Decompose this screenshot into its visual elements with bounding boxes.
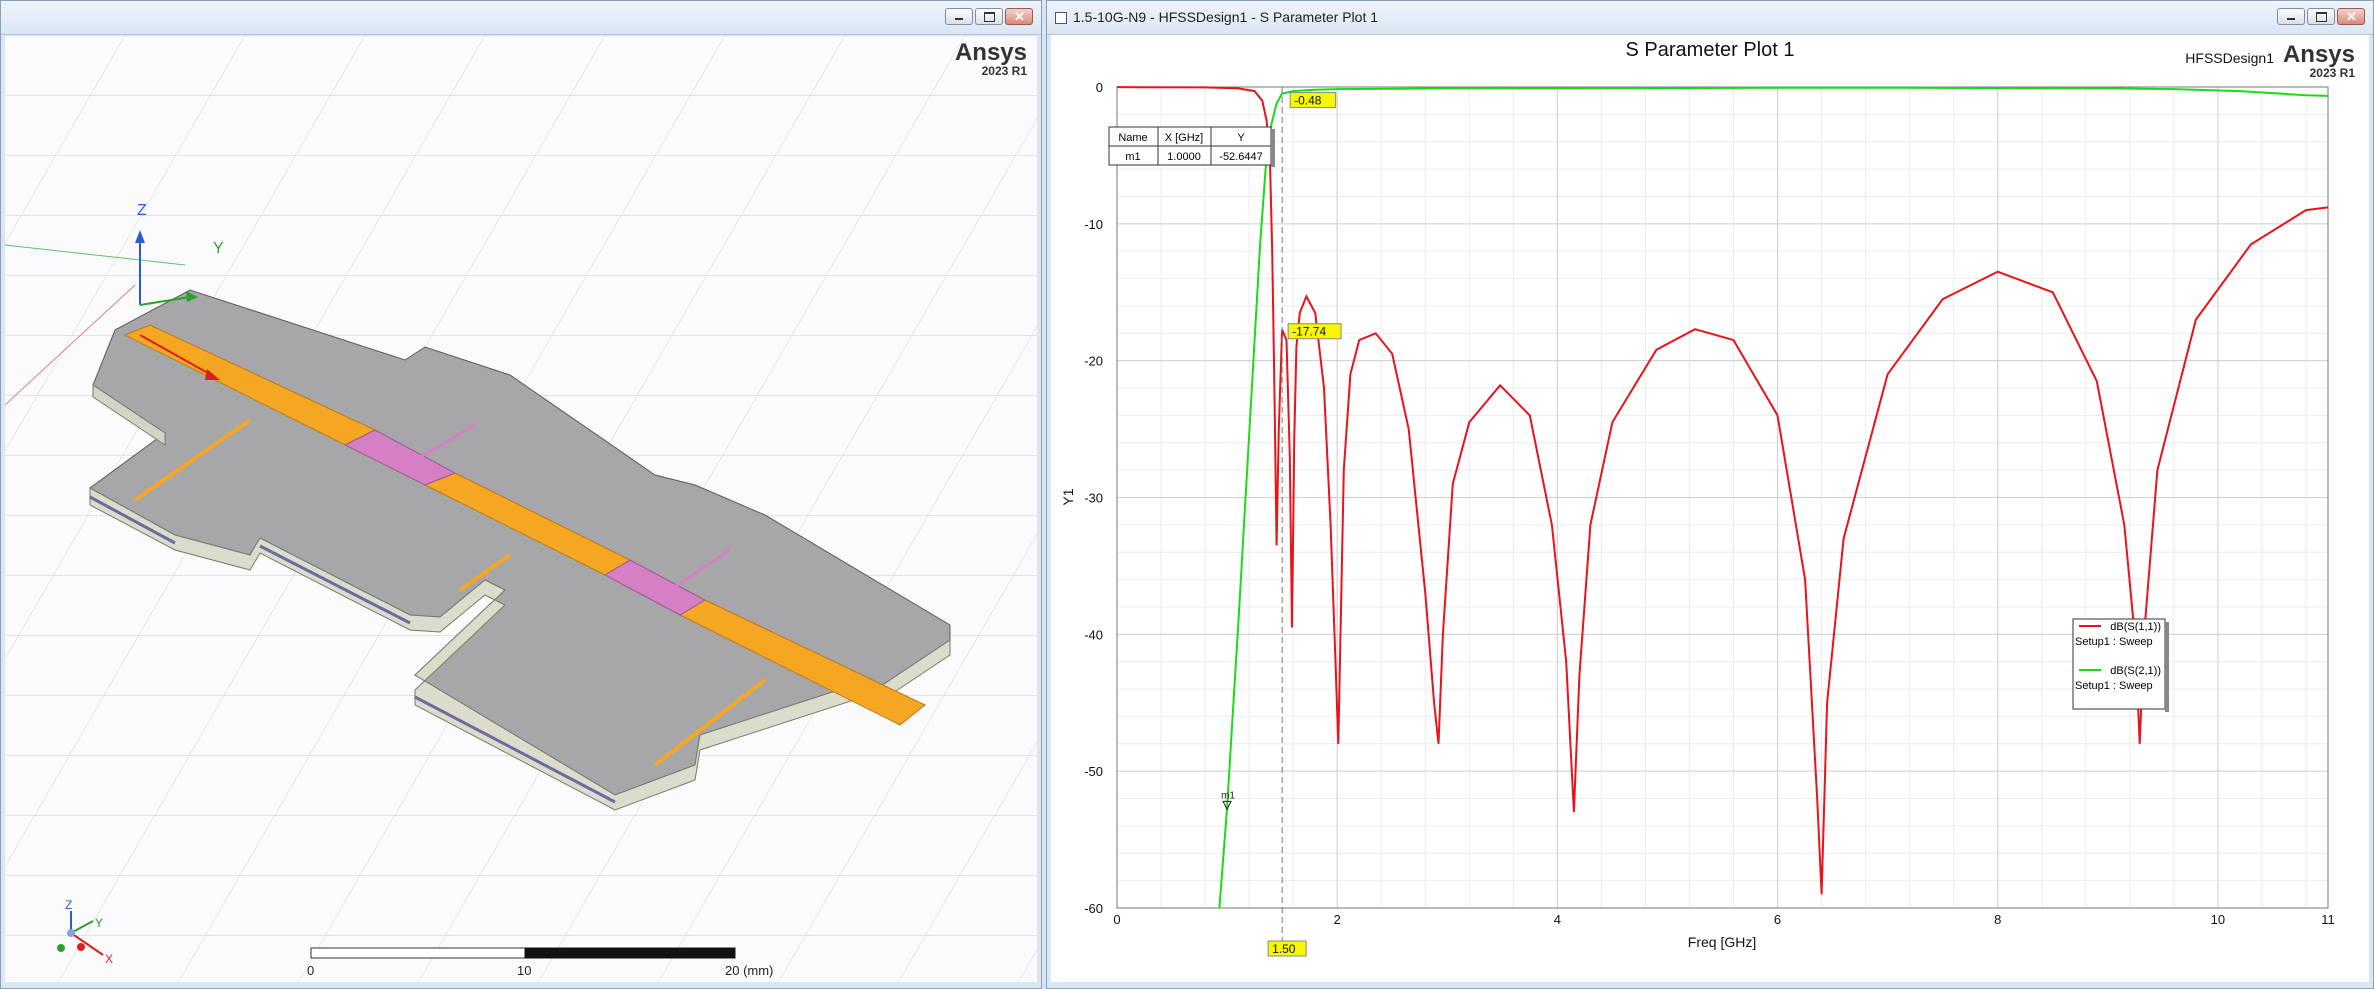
axis-z-label: Z — [137, 202, 147, 219]
y-tick-label: -50 — [1084, 764, 1103, 779]
y-tick-label: -20 — [1084, 354, 1103, 369]
minimize-button[interactable] — [945, 8, 973, 25]
modeler-titlebar[interactable]: ✕ — [1, 1, 1041, 35]
x-tick-label: 6 — [1774, 912, 1781, 927]
legend-name-s11: dB(S(1,1)) — [2110, 621, 2161, 633]
modeler-window[interactable]: ✕ Z Y Z Y X 0 10 20 (mm) Ansys 2023 R1 — [0, 0, 1042, 989]
close-icon: ✕ — [1014, 9, 1025, 24]
window-controls: ✕ — [2277, 8, 2365, 25]
s-parameter-chart[interactable]: 0 2 4 6 8 10 110-10-20-30-40-50-60 Freq [GHz] … — [1051, 35, 2369, 982]
minimize-button[interactable] — [2277, 8, 2305, 25]
x-tick-label: 8 — [1994, 912, 2001, 927]
scale-label-10: 10 — [517, 963, 531, 978]
plot-window[interactable]: 1.5-10G-N9 - HFSSDesign1 - S Parameter P… — [1046, 0, 2374, 989]
plot-titlebar[interactable]: 1.5-10G-N9 - HFSSDesign1 - S Parameter P… — [1047, 1, 2373, 35]
x-tick-label: 0 — [1113, 912, 1120, 927]
major-gridlines — [1116, 86, 2329, 909]
marker-header-x: X [GHz] — [1165, 132, 1204, 144]
x-tick-label: 4 — [1554, 912, 1561, 927]
window-controls: ✕ — [945, 8, 1033, 25]
x-axis-label: Freq [GHz] — [1688, 934, 1756, 950]
plot-area[interactable]: S Parameter Plot 1 HFSSDesign1 Ansys 202… — [1051, 35, 2369, 982]
marker-header-y: Y — [1237, 132, 1245, 144]
y-axis-label: Y1 — [1060, 488, 1076, 505]
series-line-0 — [1116, 86, 2329, 895]
brand-name: Ansys — [954, 39, 1027, 66]
cursor-value-s11: -17.74 — [1292, 325, 1326, 339]
y-tick-label: -60 — [1084, 901, 1103, 916]
legend-sub-s11: Setup1 : Sweep — [2075, 636, 2153, 648]
legend-sub-s21: Setup1 : Sweep — [2075, 680, 2153, 692]
cursor-value-x: 1.50 — [1272, 942, 1296, 956]
marker-cell-y: -52.6447 — [1219, 151, 1262, 163]
close-button[interactable]: ✕ — [2337, 8, 2365, 25]
scale-label-0: 0 — [307, 963, 314, 978]
plot-window-title: 1.5-10G-N9 - HFSSDesign1 - S Parameter P… — [1073, 9, 1379, 25]
y-tick-label: 0 — [1096, 80, 1103, 95]
window-icon — [1055, 12, 1067, 24]
y-tick-label: -40 — [1084, 627, 1103, 642]
marker-header-name: Name — [1118, 132, 1147, 144]
axis-y-label: Y — [213, 240, 224, 257]
scale-label-20: 20 (mm) — [725, 963, 773, 978]
cursor-value-s21: -0.48 — [1294, 94, 1322, 108]
maximize-button[interactable] — [975, 8, 1003, 25]
marker-cell-name: m1 — [1125, 151, 1140, 163]
x-tick-label: 2 — [1334, 912, 1341, 927]
x-tick-label: 11 — [2321, 912, 2335, 927]
triad-y-label: Y — [95, 916, 103, 930]
marker-cell-x: 1.0000 — [1167, 151, 1201, 163]
marker-m1-label: m1 — [1221, 790, 1235, 801]
close-button[interactable]: ✕ — [1005, 8, 1033, 25]
x-tick-label: 10 — [2211, 912, 2225, 927]
maximize-button[interactable] — [2307, 8, 2335, 25]
legend-name-s21: dB(S(2,1)) — [2110, 665, 2161, 677]
model-view[interactable]: Z Y Z Y X 0 10 20 (mm) — [5, 35, 1037, 982]
ansys-brand-left: Ansys 2023 R1 — [955, 41, 1027, 78]
triad-x-label: X — [105, 952, 113, 966]
legend[interactable]: dB(S(1,1)) Setup1 : Sweep dB(S(2,1)) Set… — [2072, 618, 2169, 712]
marker-table[interactable]: Name X [GHz] Y m1 1.0000 -52.6447 — [1108, 126, 1275, 167]
triad-z-label: Z — [65, 898, 72, 912]
y-tick-label: -10 — [1084, 217, 1103, 232]
modeler-viewport[interactable]: Z Y Z Y X 0 10 20 (mm) Ansys 2023 R1 — [5, 35, 1037, 982]
y-tick-label: -30 — [1084, 491, 1103, 506]
brand-version: 2023 R1 — [981, 64, 1027, 78]
close-icon: ✕ — [2346, 9, 2357, 24]
